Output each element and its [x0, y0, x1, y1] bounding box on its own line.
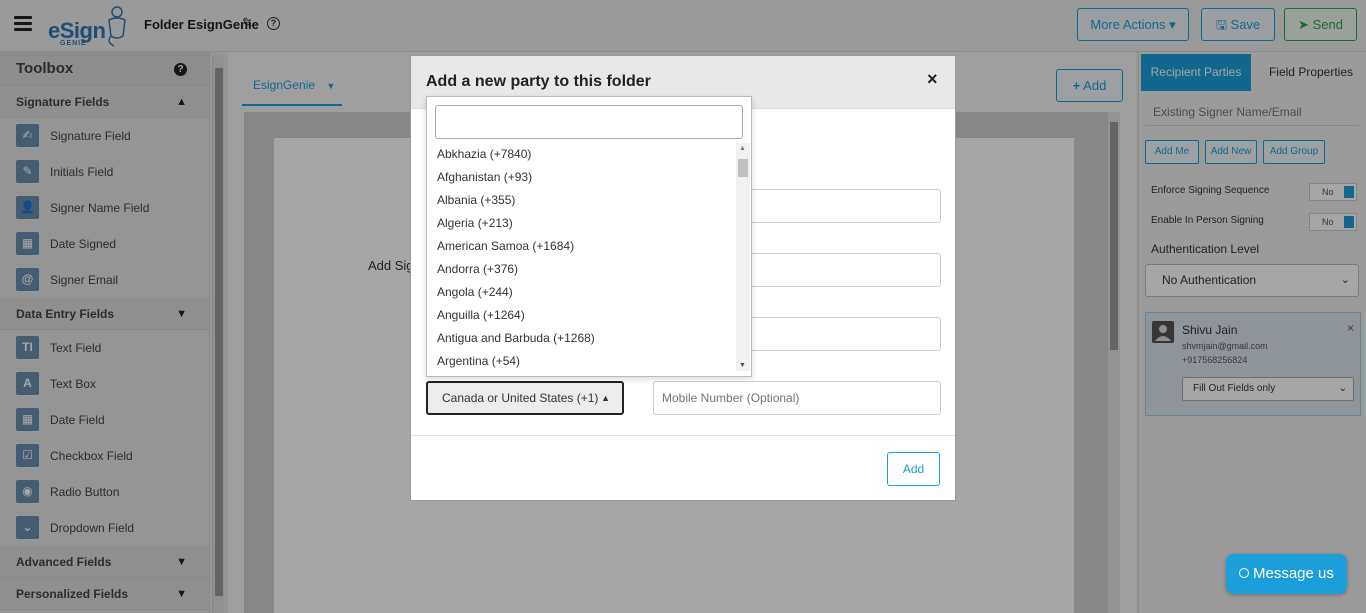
modal-title: Add a new party to this folder: [426, 73, 651, 90]
country-option[interactable]: Anguilla (+1264): [427, 304, 735, 327]
country-option[interactable]: Antigua and Barbuda (+1268): [427, 327, 735, 350]
country-search-input[interactable]: [435, 105, 743, 139]
message-us-label: Message us: [1253, 565, 1334, 582]
country-option[interactable]: Argentina (+54): [427, 350, 735, 373]
modal-divider: [411, 435, 955, 436]
country-option[interactable]: Andorra (+376): [427, 258, 735, 281]
country-option[interactable]: Albania (+355): [427, 189, 735, 212]
country-option-list: Abkhazia (+7840) Afghanistan (+93) Alban…: [427, 143, 735, 376]
mobile-number-input[interactable]: [653, 381, 941, 415]
country-option[interactable]: Angola (+244): [427, 281, 735, 304]
country-option[interactable]: American Samoa (+1684): [427, 235, 735, 258]
scroll-up-arrow-icon[interactable]: ▲: [739, 145, 746, 152]
country-list-scrollbar[interactable]: ▲ ▼: [736, 143, 750, 371]
scroll-down-arrow-icon[interactable]: ▼: [739, 362, 746, 369]
scrollbar-thumb[interactable]: [738, 159, 748, 177]
close-icon[interactable]: ×: [927, 69, 938, 90]
caret-up-icon: ▲: [601, 393, 610, 403]
add-party-button[interactable]: Add: [887, 452, 940, 486]
select-value: Canada or United States (+1): [442, 391, 599, 405]
country-option[interactable]: Afghanistan (+93): [427, 166, 735, 189]
country-code-select[interactable]: Canada or United States (+1) ▲: [426, 381, 624, 415]
message-us-button[interactable]: Message us: [1226, 554, 1347, 594]
country-option[interactable]: Abkhazia (+7840): [427, 143, 735, 166]
country-dropdown: Abkhazia (+7840) Afghanistan (+93) Alban…: [426, 96, 752, 377]
country-option[interactable]: Algeria (+213): [427, 212, 735, 235]
chat-icon: [1239, 568, 1249, 578]
